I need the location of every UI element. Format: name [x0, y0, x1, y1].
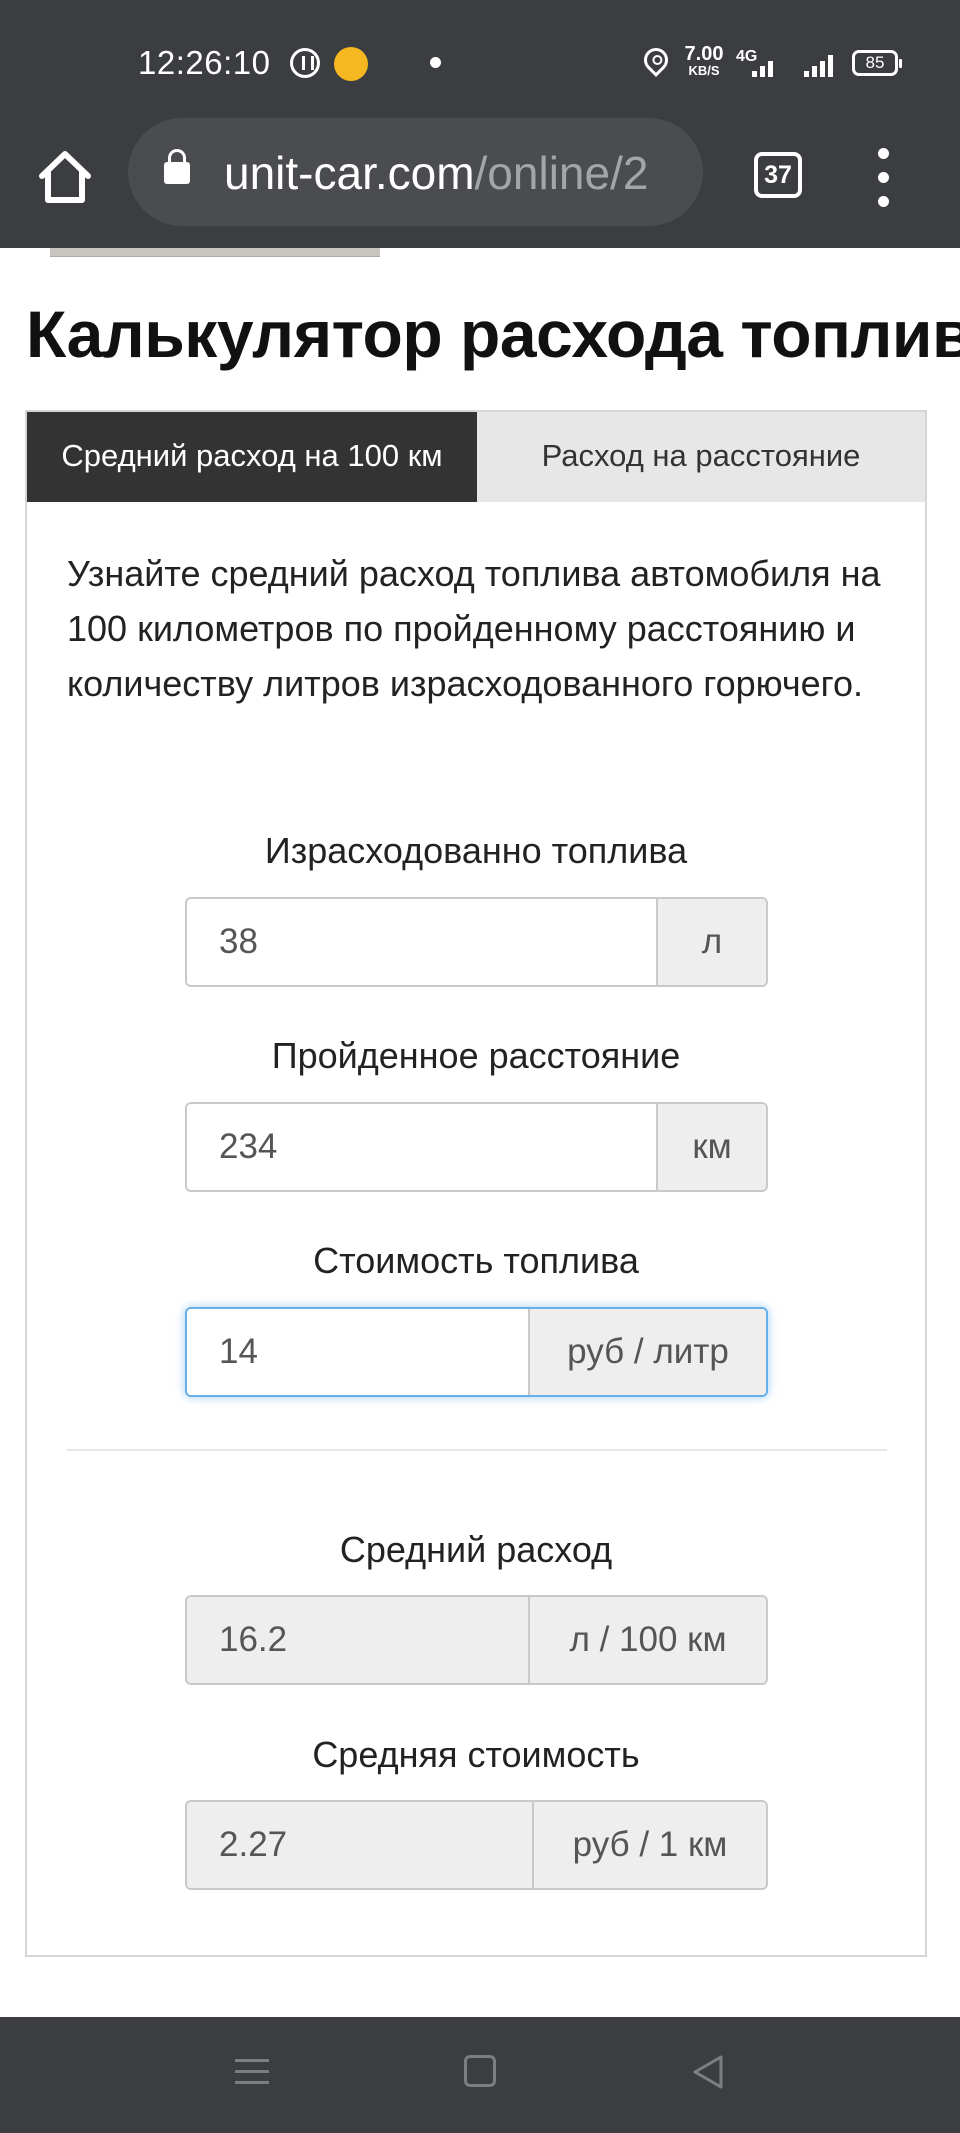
avg-consumption-unit: л / 100 км [528, 1597, 766, 1683]
section-divider [67, 1449, 887, 1451]
avg-cost-output: 2.27 [187, 1802, 532, 1888]
distance-unit: км [656, 1104, 766, 1190]
fuel-calculator: Средний расход на 100 км Расход на расст… [25, 410, 927, 1957]
network-speed: 7.00 KB/S [682, 44, 726, 77]
status-time: 12:26:10 [138, 44, 271, 81]
fuel-used-group: 38 л [185, 897, 768, 987]
app-notification-icon [334, 47, 368, 81]
status-bar: 12:26:10 7.00 KB/S 4G 85 [0, 0, 960, 118]
network-speed-value: 7.00 [684, 43, 724, 65]
tab-consumption-distance[interactable]: Расход на расстояние [477, 412, 925, 502]
network-speed-unit: KB/S [688, 63, 720, 78]
recent-apps-button[interactable] [235, 2057, 269, 2087]
more-notifications-icon [430, 57, 441, 68]
page-title: Калькулятор расхода топлива [26, 297, 960, 371]
distance-input[interactable]: 234 [187, 1104, 656, 1190]
fuel-used-input[interactable]: 38 [187, 899, 656, 985]
page-bottom [0, 1957, 960, 2017]
fuel-price-input[interactable]: 14 [187, 1309, 528, 1395]
url-path: /online/2 [474, 147, 649, 199]
browser-toolbar: unit-car.com/online/2 37 [0, 118, 960, 248]
avg-consumption-output: 16.2 [187, 1597, 528, 1683]
url-host: unit-car.com [224, 147, 475, 199]
avg-consumption-group: 16.2 л / 100 км [185, 1595, 768, 1685]
avg-cost-unit: руб / 1 км [532, 1802, 766, 1888]
location-icon [639, 43, 673, 77]
home-icon [39, 151, 91, 203]
tab-switcher-button[interactable]: 37 [754, 152, 802, 198]
address-bar[interactable]: unit-car.com/online/2 [128, 118, 703, 226]
distance-group: 234 км [185, 1102, 768, 1192]
system-navigation-bar [0, 2017, 960, 2133]
home-nav-button[interactable] [464, 2055, 496, 2087]
fuel-price-label: Стоимость топлива [313, 1240, 639, 1281]
avg-cost-group: 2.27 руб / 1 км [185, 1800, 768, 1890]
hotspot-icon [290, 48, 320, 78]
lock-icon [164, 149, 190, 184]
signal-icon [752, 61, 773, 77]
browser-menu-button[interactable] [872, 148, 896, 208]
battery-icon: 85 [852, 50, 902, 76]
hero-image [50, 248, 380, 257]
fuel-used-unit: л [656, 899, 766, 985]
back-icon [693, 2055, 723, 2089]
signal-strength-icon [804, 55, 833, 77]
tab-average-consumption[interactable]: Средний расход на 100 км [27, 412, 477, 502]
fuel-price-unit: руб / литр [528, 1309, 766, 1395]
url-text: unit-car.com/online/2 [224, 146, 648, 200]
home-button[interactable] [30, 142, 100, 212]
calculator-tabs: Средний расход на 100 км Расход на расст… [27, 412, 925, 502]
distance-label: Пройденное расстояние [271, 1035, 681, 1076]
fuel-used-label: Израсходованно топлива [264, 830, 688, 871]
fuel-price-group: 14 руб / литр [185, 1307, 768, 1397]
avg-cost-label: Средняя стоимость [312, 1734, 640, 1775]
back-button[interactable] [690, 2053, 726, 2091]
calculator-description: Узнайте средний расход топлива автомобил… [67, 553, 881, 704]
avg-consumption-label: Средний расход [339, 1529, 613, 1570]
